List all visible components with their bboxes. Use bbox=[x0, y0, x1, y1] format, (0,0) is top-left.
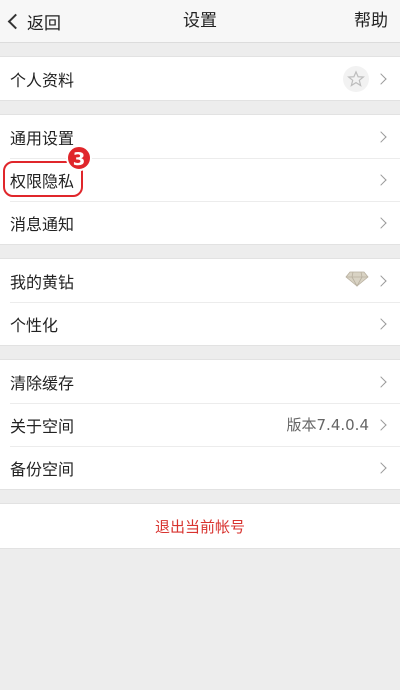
chevron-right-icon bbox=[375, 274, 387, 287]
settings-item-label: 个人资料 bbox=[10, 70, 75, 90]
chevron-right-icon bbox=[375, 375, 387, 388]
chevron-right-icon bbox=[375, 418, 387, 431]
settings-group-app: 清除缓存 关于空间 版本7.4.0.4 备份空间 bbox=[0, 359, 400, 490]
star-icon bbox=[343, 65, 369, 92]
settings-item-label: 通用设置 bbox=[10, 128, 75, 148]
settings-item-label: 消息通知 bbox=[10, 214, 75, 234]
step-number-badge: 3 bbox=[66, 145, 92, 171]
diamond-icon bbox=[345, 271, 369, 291]
settings-item-backup[interactable]: 备份空间 bbox=[0, 446, 400, 489]
settings-item-label: 清除缓存 bbox=[10, 373, 75, 393]
settings-item-clear-cache[interactable]: 清除缓存 bbox=[0, 360, 400, 403]
chevron-right-icon bbox=[375, 173, 387, 186]
back-label: 返回 bbox=[27, 13, 61, 34]
chevron-right-icon bbox=[375, 216, 387, 229]
chevron-right-icon bbox=[375, 317, 387, 330]
settings-item-notifications[interactable]: 我的黄钻 消息通知 bbox=[0, 201, 400, 244]
settings-item-personalize[interactable]: 个性化 bbox=[0, 302, 400, 345]
settings-group-vip: 我的黄钻 个性化 bbox=[0, 258, 400, 346]
settings-item-general[interactable]: 通用设置 bbox=[0, 115, 400, 158]
settings-item-label: 我的黄钻 bbox=[10, 272, 75, 292]
version-value: 版本7.4.0.4 bbox=[286, 416, 369, 434]
logout-button[interactable]: 退出当前帐号 bbox=[0, 503, 400, 549]
chevron-right-icon bbox=[375, 130, 387, 143]
settings-item-label: 个性化 bbox=[10, 315, 59, 335]
chevron-left-icon bbox=[7, 13, 24, 30]
settings-item-yellow-diamond[interactable]: 我的黄钻 bbox=[0, 259, 400, 302]
chevron-right-icon bbox=[375, 461, 387, 474]
chevron-right-icon bbox=[375, 72, 387, 85]
settings-item-profile[interactable]: 个人资料 bbox=[0, 57, 400, 100]
settings-item-label: 关于空间 bbox=[10, 416, 75, 436]
settings-group-profile: 个人资料 bbox=[0, 56, 400, 101]
nav-bar: 返回 设置 帮助 bbox=[0, 0, 400, 43]
logout-label: 退出当前帐号 bbox=[154, 517, 245, 536]
back-button[interactable]: 返回 bbox=[7, 0, 61, 42]
settings-item-label: 备份空间 bbox=[10, 459, 75, 479]
settings-item-about[interactable]: 关于空间 版本7.4.0.4 bbox=[0, 403, 400, 446]
help-button[interactable]: 帮助 bbox=[354, 0, 388, 42]
